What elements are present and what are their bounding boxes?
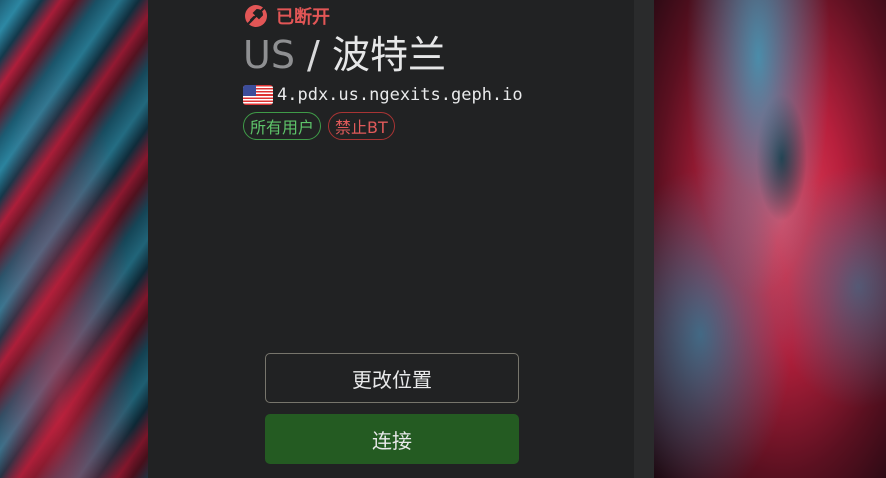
background-art-left [0,0,148,478]
scrollbar-track[interactable] [634,0,654,478]
us-flag-icon [243,85,273,105]
connect-button[interactable]: 连接 [265,414,519,464]
background-art-right [654,0,886,478]
tag-all-users: 所有用户 [243,112,322,140]
status-label: 已断开 [276,7,330,28]
title-separator: / [307,33,320,77]
connection-status: 已断开 [244,3,330,29]
location-title: US / 波特兰 [243,30,446,80]
server-tags: 所有用户 禁止BT [243,112,395,140]
server-host: 4.pdx.us.ngexits.geph.io [243,83,523,107]
country-code: US [243,33,295,77]
change-location-button[interactable]: 更改位置 [265,353,519,403]
app-window: 已断开 US / 波特兰 4.pdx.us.ngexits.geph.io 所有… [0,0,886,478]
disconnected-icon [244,4,268,28]
tag-no-bt: 禁止BT [328,112,395,140]
server-hostname: 4.pdx.us.ngexits.geph.io [277,85,523,105]
city-name: 波特兰 [331,33,446,77]
